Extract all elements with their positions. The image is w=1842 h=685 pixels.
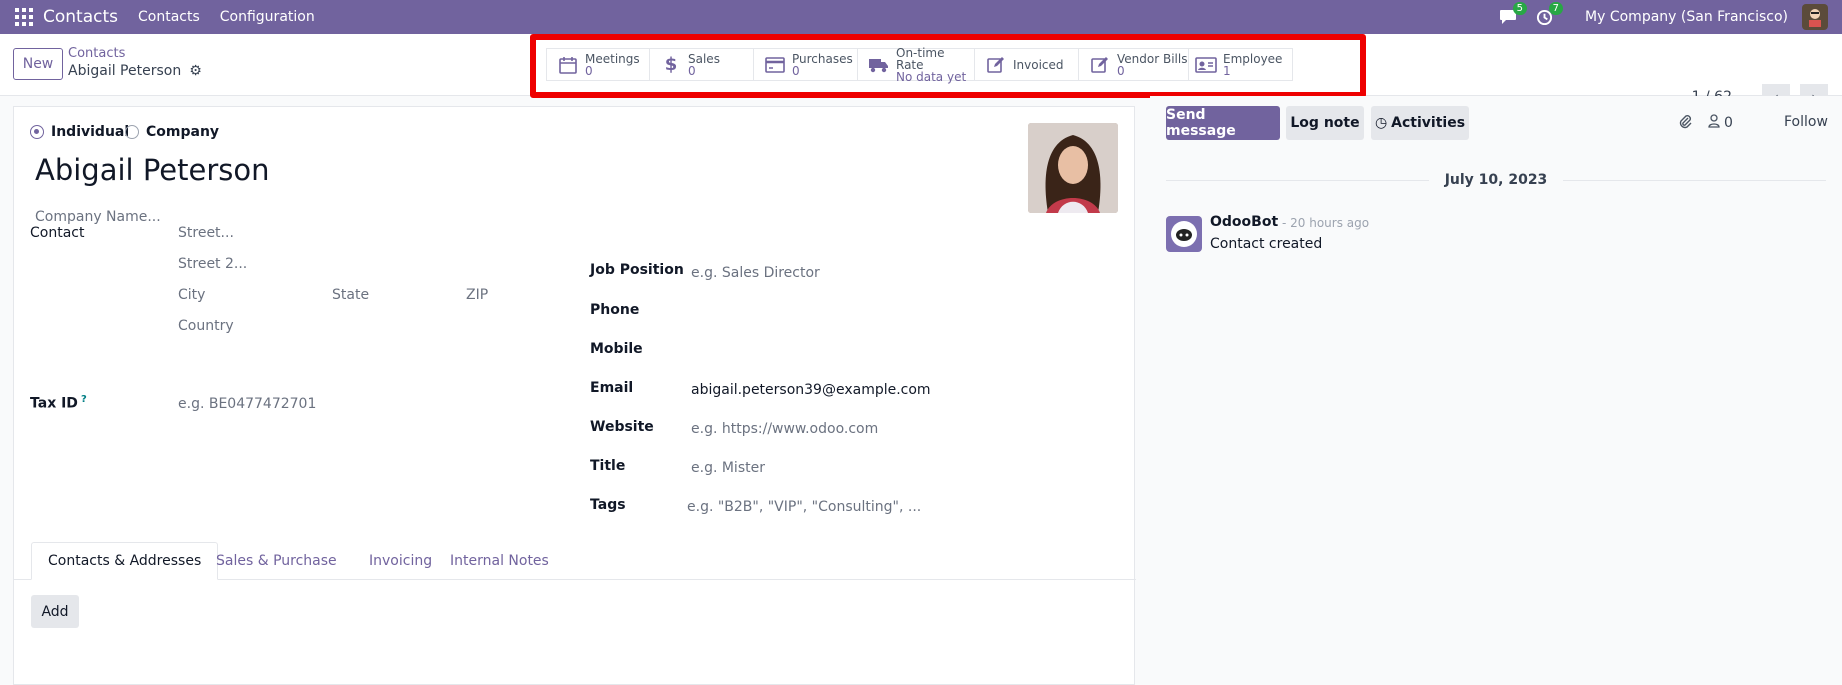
taxid-label-text: Tax ID (30, 395, 78, 412)
radio-company[interactable]: Company (125, 124, 219, 140)
messages-badge: 5 (1512, 2, 1528, 15)
tab-internal-notes[interactable]: Internal Notes (434, 542, 565, 580)
phone-label: Phone (590, 302, 640, 318)
date-separator: July 10, 2023 (1166, 170, 1826, 190)
activities-label: Activities (1391, 115, 1466, 131)
menu-configuration[interactable]: Configuration (220, 9, 315, 25)
tags-input[interactable]: e.g. "B2B", "VIP", "Consulting", ... (687, 499, 921, 515)
clock-icon: ◷ (1374, 115, 1388, 131)
followers-count: 0 (1724, 115, 1733, 131)
city-input[interactable]: City (178, 287, 205, 303)
contact-photo[interactable] (1028, 123, 1118, 213)
job-position-input[interactable]: e.g. Sales Director (691, 265, 820, 281)
contact-name-input[interactable]: Abigail Peterson (35, 153, 269, 187)
divider (1563, 179, 1826, 181)
street2-input[interactable]: Street 2... (178, 256, 247, 272)
title-label: Title (590, 458, 626, 474)
radio-dot-checked (30, 125, 44, 139)
record-name: Abigail Peterson (68, 63, 182, 79)
breadcrumb-current: Abigail Peterson ⚙ (68, 63, 202, 79)
company-switcher[interactable]: My Company (San Francisco) (1585, 9, 1788, 25)
email-label: Email (590, 380, 634, 396)
title-input[interactable]: e.g. Mister (691, 460, 765, 476)
message-time: - 20 hours ago (1282, 216, 1370, 230)
menu-contacts[interactable]: Contacts (138, 9, 200, 25)
radio-label: Individual (51, 124, 130, 140)
messages-button[interactable]: 5 (1497, 2, 1528, 27)
help-tooltip-icon[interactable]: ? (81, 394, 87, 405)
company-name-input[interactable]: Company Name... (35, 209, 161, 225)
user-outline-icon (1708, 114, 1720, 132)
new-button[interactable]: New (13, 48, 63, 80)
breadcrumb-parent[interactable]: Contacts (68, 46, 125, 61)
activities-button[interactable]: 7 (1533, 2, 1564, 27)
tab-contacts-addresses[interactable]: Contacts & Addresses (31, 542, 219, 580)
follow-button[interactable]: Follow (1784, 114, 1828, 130)
date-label: July 10, 2023 (1444, 172, 1548, 188)
followers-button[interactable]: 0 (1708, 114, 1733, 132)
gear-icon[interactable]: ⚙ (189, 63, 202, 79)
radio-label: Company (146, 124, 220, 140)
paperclip-icon (1678, 114, 1692, 134)
contact-label: Contact (30, 225, 85, 241)
app-brand[interactable]: Contacts (43, 7, 118, 27)
app-menu-grid-icon[interactable] (15, 8, 33, 26)
add-contact-button[interactable]: Add (31, 595, 79, 628)
taxid-label: Tax ID? (30, 394, 87, 412)
message-body: Contact created (1210, 236, 1323, 252)
tab-sales-purchase[interactable]: Sales & Purchase (200, 542, 353, 580)
taxid-input[interactable]: e.g. BE0477472701 (178, 396, 316, 412)
radio-dot (125, 125, 139, 139)
notebook-tabs: Contacts & Addresses Sales & Purchase In… (14, 542, 1136, 580)
chatter-panel: Send message Log note ◷ Activities 0 Fol… (1150, 96, 1842, 685)
highlight-box (530, 34, 1366, 98)
email-input[interactable]: abigail.peterson39@example.com (691, 382, 931, 398)
user-face-icon (1809, 9, 1821, 27)
street-input[interactable]: Street... (178, 225, 234, 241)
divider (1166, 179, 1429, 181)
navbar-systray: 5 7 My Company (San Francisco) (1497, 0, 1842, 34)
form-sheet: Individual Company Abigail Peterson Comp… (13, 106, 1136, 685)
zip-input[interactable]: ZIP (466, 287, 488, 303)
user-avatar[interactable] (1802, 4, 1828, 30)
activities-button[interactable]: ◷ Activities (1371, 106, 1469, 140)
mobile-label: Mobile (590, 341, 643, 357)
top-navbar: Contacts Contacts Configuration 5 7 My C… (0, 0, 1842, 34)
tags-label: Tags (590, 497, 626, 513)
portrait-image (1028, 123, 1118, 213)
state-input[interactable]: State (332, 287, 369, 303)
radio-individual[interactable]: Individual (30, 124, 129, 140)
country-input[interactable]: Country (178, 318, 234, 334)
send-message-button[interactable]: Send message (1166, 106, 1280, 140)
log-note-button[interactable]: Log note (1286, 106, 1364, 140)
message-author[interactable]: OdooBot (1210, 214, 1278, 230)
job-position-label: Job Position (590, 262, 684, 278)
website-label: Website (590, 419, 654, 435)
odoobot-avatar[interactable] (1166, 216, 1202, 252)
website-input[interactable]: e.g. https://www.odoo.com (691, 421, 878, 437)
activities-badge: 7 (1548, 2, 1564, 15)
attachments-button[interactable] (1678, 114, 1692, 134)
